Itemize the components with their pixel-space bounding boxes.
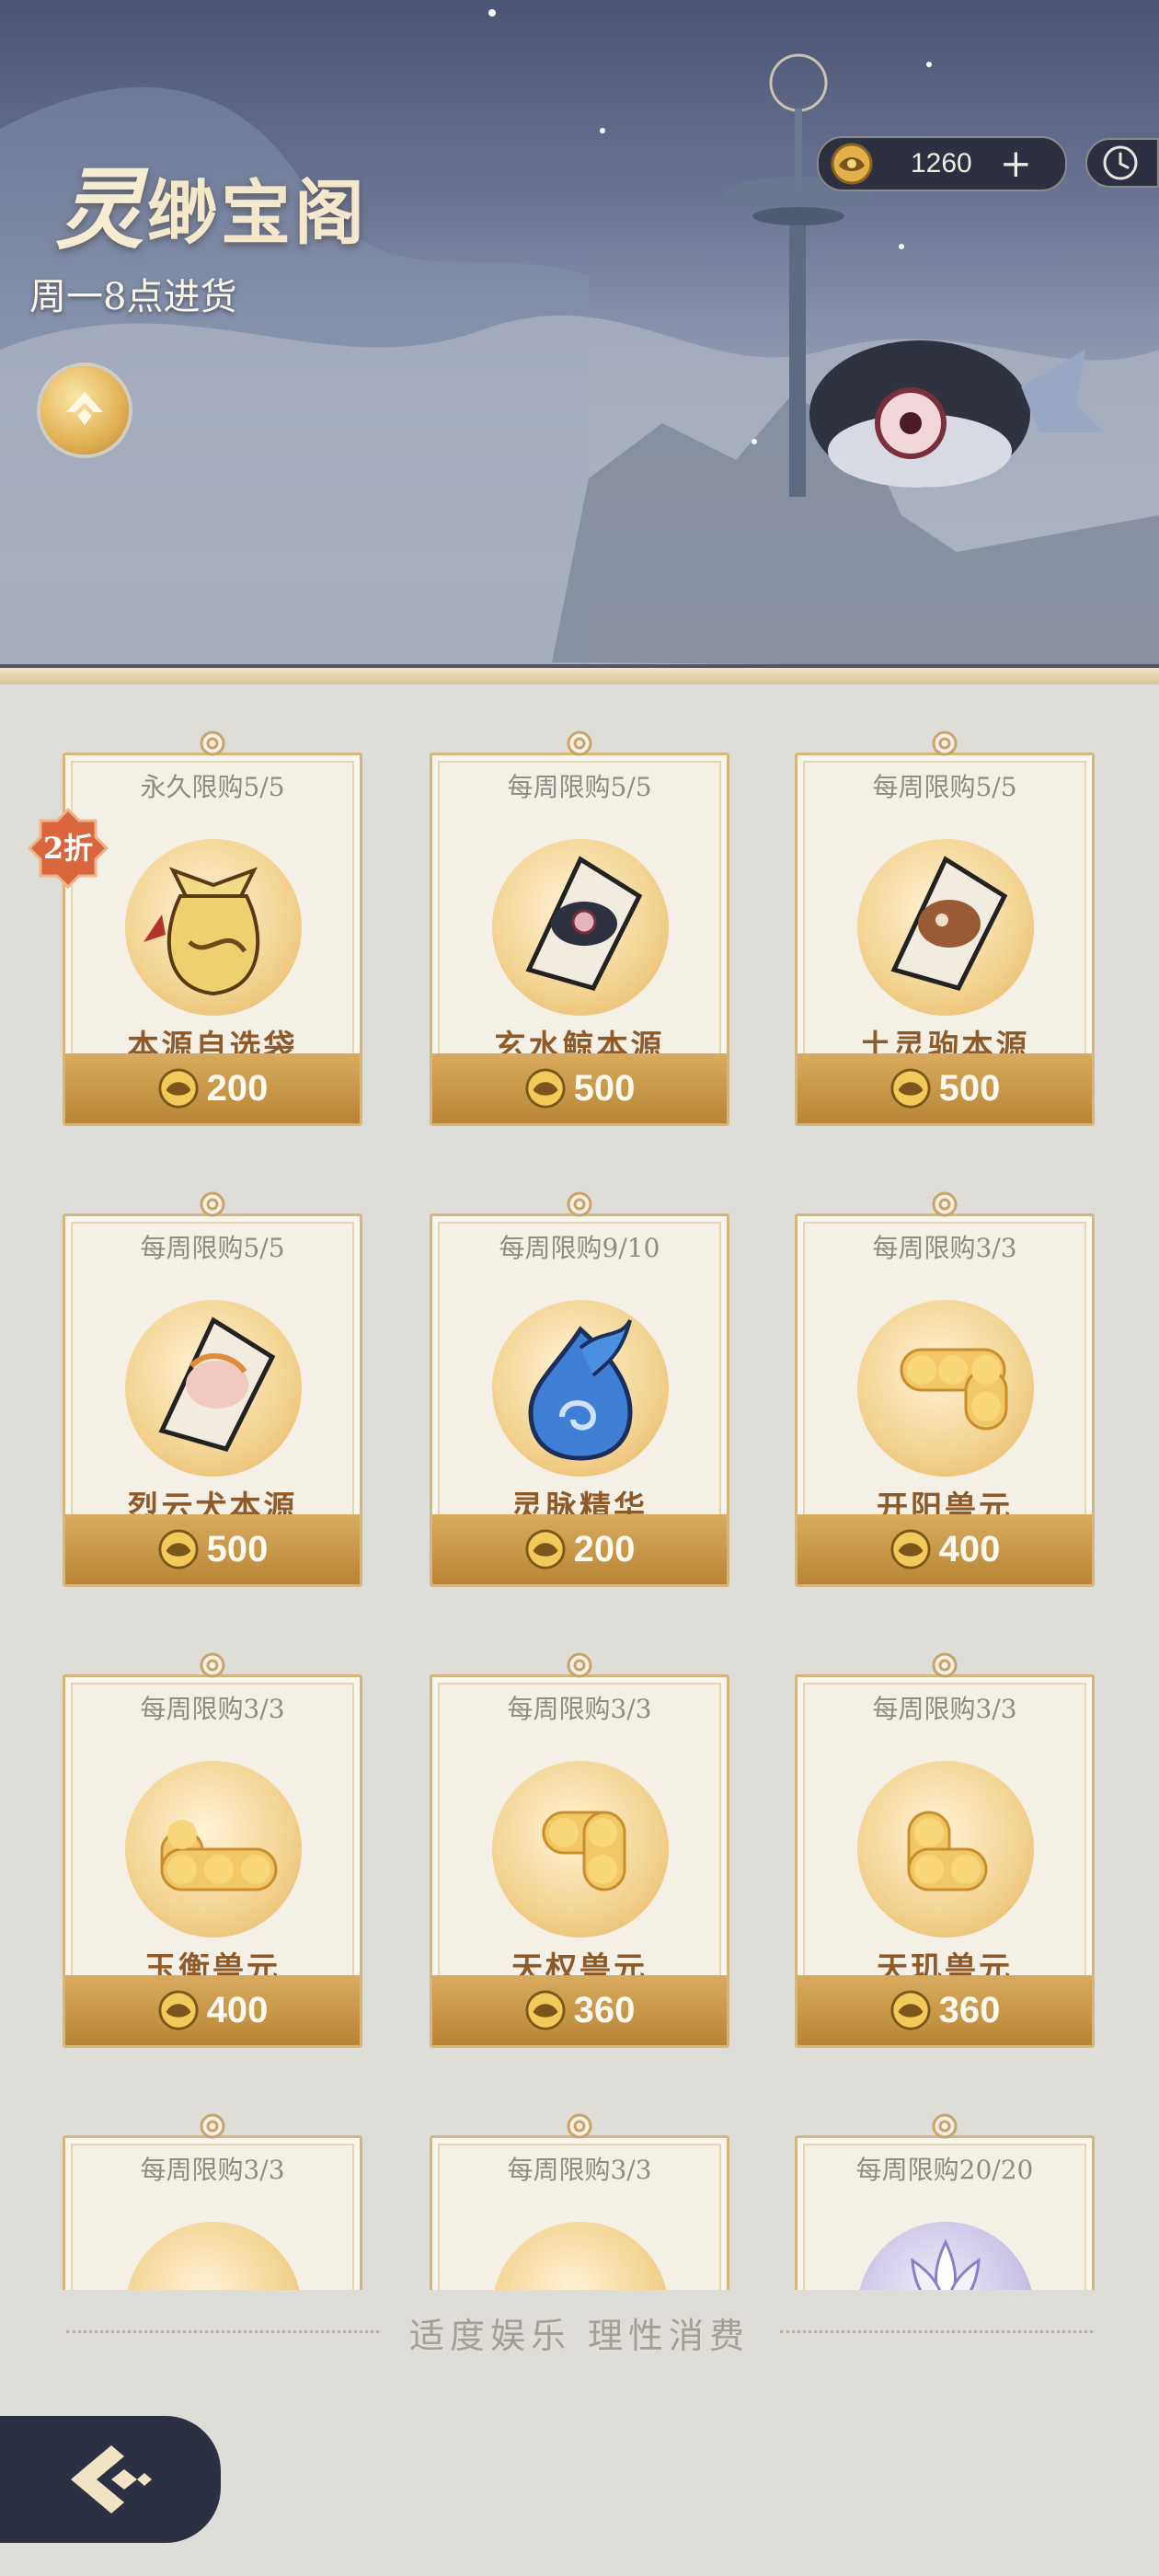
price-bar: 500 xyxy=(798,1053,1092,1123)
price-bar: 200 xyxy=(432,1514,727,1584)
shop-item-card[interactable]: 每周限购5/5 土灵驹本源 500 xyxy=(795,729,1095,1126)
currency-amount: 1260 xyxy=(911,148,972,178)
card-ornament-icon xyxy=(567,730,592,756)
coin-icon xyxy=(158,1068,199,1109)
shop-item-card[interactable]: 每周限购3/3 天玑兽元 360 xyxy=(795,1650,1095,2048)
back-arrow-icon xyxy=(71,2445,152,2513)
currency-display: 1260 + xyxy=(817,136,1067,191)
shop-title: 缈宝阁 xyxy=(147,172,368,254)
purchase-limit: 每周限购20/20 xyxy=(855,2155,1034,2185)
card-ornament-icon xyxy=(932,2113,958,2139)
price-bar: 500 xyxy=(65,1514,360,1584)
item-price: 400 xyxy=(938,1528,1001,1570)
purchase-limit: 每周限购5/5 xyxy=(507,772,652,802)
spirit-flame-icon xyxy=(528,1318,633,1461)
purchase-limit: 每周限购3/3 xyxy=(507,2155,652,2185)
shop-title-initial: 灵 xyxy=(55,157,143,261)
dog-card-icon xyxy=(158,1317,276,1452)
purchase-limit: 每周限购5/5 xyxy=(140,1233,285,1263)
coin-icon xyxy=(890,1068,931,1109)
price-bar: 200 xyxy=(65,1053,360,1123)
banner-divider xyxy=(0,664,1159,684)
back-button[interactable] xyxy=(0,2416,221,2543)
item-price: 200 xyxy=(206,1067,269,1109)
card-ornament-icon xyxy=(932,730,958,756)
card-ornament-icon xyxy=(567,1652,592,1678)
item-price: 500 xyxy=(206,1528,269,1570)
coin-icon xyxy=(525,1990,566,2030)
shop-item-card[interactable]: 每周限购9/10 灵脉精华 200 xyxy=(430,1190,729,1587)
bag-icon xyxy=(143,867,260,996)
healthy-gaming-notice: 适度娱乐 理性消费 xyxy=(408,2316,751,2356)
coin-icon xyxy=(525,1529,566,1570)
shop-item-card[interactable]: 每周限购3/3 开阳兽元 400 xyxy=(795,1190,1095,1587)
price-bar: 500 xyxy=(432,1053,727,1123)
banner-landscape xyxy=(0,9,1159,667)
purchase-limit: 每周限购3/3 xyxy=(507,1694,652,1724)
item-price: 360 xyxy=(938,1989,1001,2030)
price-bar: 360 xyxy=(798,1975,1092,2045)
card-ornament-icon xyxy=(200,1652,225,1678)
shop-item-card[interactable]: 每周限购3/3 天权兽元 360 xyxy=(430,1650,729,2048)
beast-orb-icon xyxy=(542,1811,626,1892)
purchase-limit: 每周限购3/3 xyxy=(872,1694,1017,1724)
restock-notice: 周一8点进货 xyxy=(29,276,237,318)
beast-orb-icon xyxy=(160,1820,278,1892)
item-price: 500 xyxy=(938,1067,1001,1109)
item-grid: 永久限购5/5 本源自选袋 200 每周限购5/5 玄水鲸本源 500 每周限购… xyxy=(0,684,1159,2290)
discount-badge: 2折 xyxy=(42,831,94,866)
purchase-limit: 每周限购3/3 xyxy=(140,1694,285,1724)
shop-emblem-button[interactable] xyxy=(40,366,129,454)
beast-orb-icon xyxy=(900,1348,1008,1431)
lotus-icon xyxy=(911,2238,981,2290)
beast-orb-icon xyxy=(907,1811,988,1892)
shop-item-card[interactable]: 每周限购3/3 xyxy=(63,2111,362,2290)
shop-item-card[interactable]: 永久限购5/5 本源自选袋 200 xyxy=(63,729,362,1126)
clock-icon xyxy=(1103,145,1138,180)
shop-banner: 灵 缈宝阁 周一8点进货 1260 + xyxy=(0,0,1159,667)
card-ornament-icon xyxy=(200,2113,225,2139)
item-price: 360 xyxy=(573,1989,636,2030)
card-ornament-icon xyxy=(567,2113,592,2139)
coin-icon xyxy=(525,1068,566,1109)
add-currency-button[interactable]: + xyxy=(1000,144,1032,183)
item-price: 200 xyxy=(573,1528,636,1570)
shop-item-card[interactable]: 每周限购3/3 玉衡兽元 400 xyxy=(63,1650,362,2048)
purchase-limit: 永久限购5/5 xyxy=(140,772,285,802)
card-ornament-icon xyxy=(200,1191,225,1217)
horse-card-icon xyxy=(890,856,1008,991)
card-ornament-icon xyxy=(567,1191,592,1217)
shop-item-card[interactable]: 每周限购5/5 烈云犬本源 500 xyxy=(63,1190,362,1587)
card-ornament-icon xyxy=(932,1191,958,1217)
purchase-limit: 每周限购9/10 xyxy=(499,1233,660,1263)
history-button[interactable] xyxy=(1085,138,1159,188)
coin-icon xyxy=(831,143,873,185)
coin-icon xyxy=(890,1529,931,1570)
card-ornament-icon xyxy=(932,1652,958,1678)
shop-item-card[interactable]: 每周限购3/3 xyxy=(430,2111,729,2290)
coin-icon xyxy=(158,1529,199,1570)
shop-item-card[interactable]: 每周限购20/20 xyxy=(795,2111,1095,2290)
purchase-limit: 每周限购5/5 xyxy=(872,772,1017,802)
coin-icon xyxy=(890,1990,931,2030)
coin-icon xyxy=(158,1990,199,2030)
purchase-limit: 每周限购3/3 xyxy=(872,1233,1017,1263)
card-ornament-icon xyxy=(200,730,225,756)
shop-item-card[interactable]: 每周限购5/5 玄水鲸本源 500 xyxy=(430,729,729,1126)
price-bar: 400 xyxy=(65,1975,360,2045)
price-bar: 400 xyxy=(798,1514,1092,1584)
item-price: 400 xyxy=(206,1989,269,2030)
purchase-limit: 每周限购3/3 xyxy=(140,2155,285,2185)
whale-card-icon xyxy=(525,856,643,991)
item-price: 500 xyxy=(573,1067,636,1109)
price-bar: 360 xyxy=(432,1975,727,2045)
emblem-icon xyxy=(66,392,103,425)
